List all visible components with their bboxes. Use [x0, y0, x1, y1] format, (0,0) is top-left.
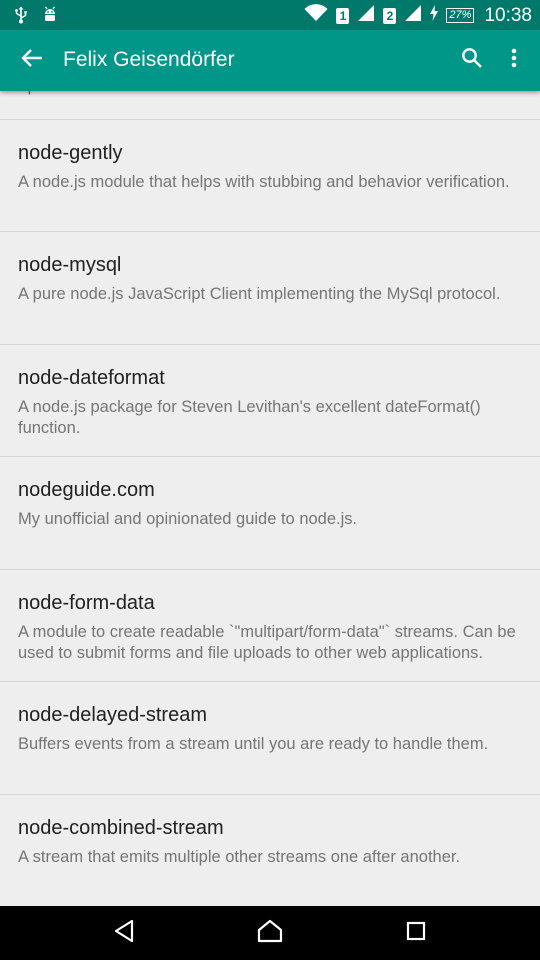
recents-icon: [405, 920, 427, 947]
search-icon: [461, 47, 483, 74]
list-item-node-combined-stream[interactable]: node-combined-stream A stream that emits…: [0, 795, 540, 907]
list-item-description: A module to create readable `"multipart/…: [18, 623, 516, 662]
clock: 10:38: [484, 4, 532, 26]
list-item-title: node-delayed-stream: [18, 704, 207, 726]
battery-percentage: 27%: [446, 8, 475, 23]
list-item-description: A node.js module that helps with stubbin…: [18, 173, 510, 191]
list-item-nodeguide[interactable]: nodeguide.com My unofficial and opiniona…: [0, 457, 540, 569]
list-item-title: node-gently: [18, 142, 123, 164]
back-button[interactable]: [16, 44, 48, 76]
list-item-node-mysql[interactable]: node-mysql A pure node.js JavaScript Cli…: [0, 232, 540, 344]
list-item-title: node-dateformat: [18, 367, 165, 389]
home-icon: [257, 919, 283, 948]
back-arrow-icon: [21, 47, 43, 74]
list-item-node-form-data[interactable]: node-form-data A module to create readab…: [0, 570, 540, 682]
signal-icon: [404, 4, 422, 27]
app-bar: Felix Geisendörfer: [0, 30, 540, 91]
list-item-description: A stream that emits multiple other strea…: [18, 848, 461, 866]
list-item-title: nodeguide.com: [18, 479, 155, 501]
status-notification-icons: [14, 6, 58, 29]
nav-recents-button[interactable]: [401, 918, 431, 948]
wifi-icon: [304, 4, 328, 27]
back-triangle-icon: [113, 919, 135, 948]
screen: uploads. node-gently A node.js module th…: [0, 0, 540, 960]
sim1-badge: 1: [336, 7, 350, 24]
status-system-icons: 1 2 27% 10:38: [304, 4, 532, 27]
list-item-title: node-mysql: [18, 254, 122, 276]
android-debug-icon: [42, 6, 58, 29]
list-item-node-gently[interactable]: node-gently A node.js module that helps …: [0, 120, 540, 232]
page-title: Felix Geisendörfer: [63, 48, 235, 71]
list-item-description: A pure node.js JavaScript Client impleme…: [18, 285, 501, 303]
signal-icon: [357, 4, 375, 27]
charging-bolt-icon: [430, 5, 439, 26]
list-item-title: node-form-data: [18, 592, 155, 614]
list-item-description: A node.js package for Steven Levithan's …: [18, 398, 481, 437]
status-bar: 1 2 27% 10:38: [0, 0, 540, 30]
list-item-title: node-combined-stream: [18, 817, 224, 839]
more-vert-icon: [511, 48, 517, 73]
list-item-node-delayed-stream[interactable]: node-delayed-stream Buffers events from …: [0, 682, 540, 794]
sim2-badge: 2: [383, 7, 397, 24]
nav-back-button[interactable]: [109, 918, 139, 948]
list-item-description: My unofficial and opinionated guide to n…: [18, 510, 358, 528]
navigation-bar: [0, 906, 540, 960]
more-options-button[interactable]: [498, 44, 530, 76]
search-button[interactable]: [456, 44, 488, 76]
usb-icon: [14, 6, 28, 29]
list-item-description: Buffers events from a stream until you a…: [18, 735, 489, 753]
nav-home-button[interactable]: [255, 918, 285, 948]
list-item-node-dateformat[interactable]: node-dateformat A node.js package for St…: [0, 345, 540, 457]
